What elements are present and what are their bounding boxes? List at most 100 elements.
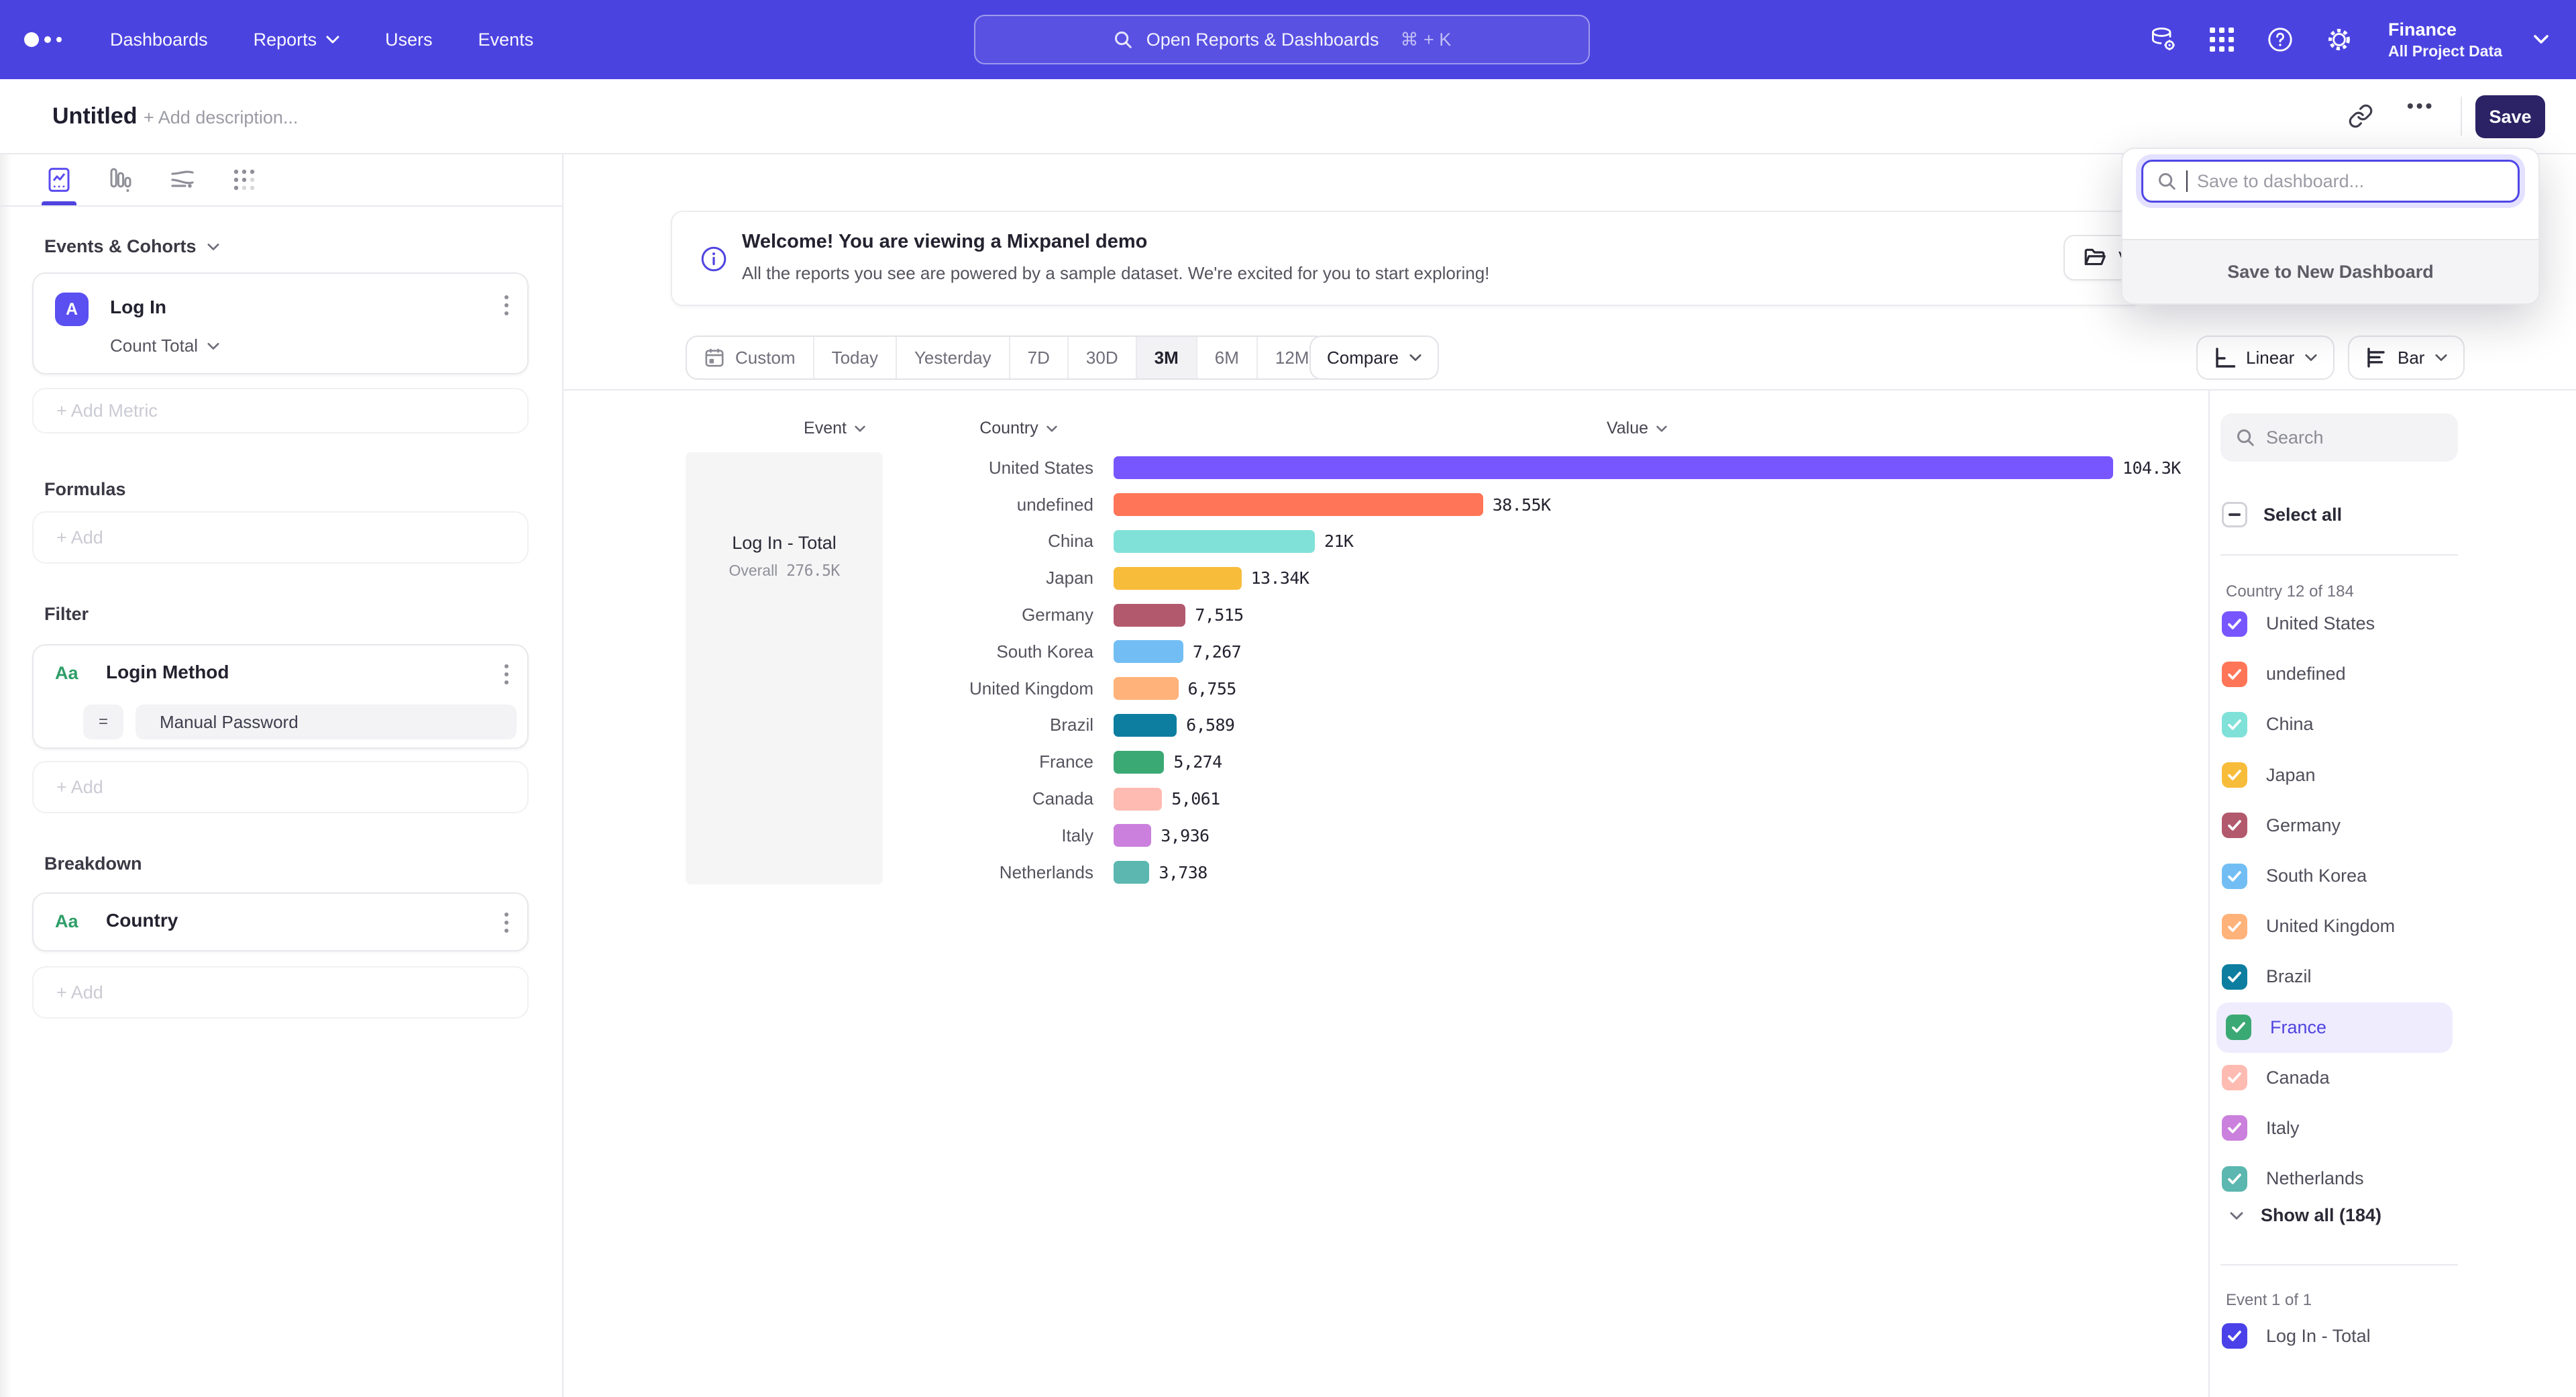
help-icon[interactable] — [2266, 25, 2294, 54]
breakdown-property-name: Country — [106, 910, 178, 931]
event-checkbox[interactable] — [2222, 1323, 2247, 1349]
country-item-china[interactable]: China — [2210, 699, 2465, 749]
nav-events[interactable]: Events — [478, 30, 534, 50]
bar-segment[interactable] — [1114, 493, 1483, 516]
add-breakdown-button[interactable]: + Add — [32, 966, 529, 1019]
aggregation-dropdown[interactable]: Count Total — [110, 335, 219, 356]
column-header-event[interactable]: Event — [761, 419, 908, 438]
show-all-label: Show all (184) — [2261, 1205, 2381, 1226]
scale-selector[interactable]: Linear — [2196, 335, 2334, 380]
save-to-new-dashboard-button[interactable]: Save to New Dashboard — [2123, 239, 2538, 303]
compare-button[interactable]: Compare — [1309, 335, 1439, 380]
range-custom[interactable]: Custom — [687, 337, 813, 378]
legend-search[interactable] — [2220, 413, 2458, 462]
project-switcher[interactable]: Finance All Project Data — [2388, 19, 2502, 61]
bar-value-label: 13.34K — [1251, 568, 1309, 588]
country-checkbox[interactable] — [2222, 864, 2247, 889]
range-7d[interactable]: 7D — [1009, 337, 1067, 378]
range-6m[interactable]: 6M — [1196, 337, 1256, 378]
country-checkbox[interactable] — [2222, 712, 2247, 737]
mixpanel-logo-icon[interactable] — [24, 32, 80, 47]
country-item-japan[interactable]: Japan — [2210, 750, 2465, 800]
country-item-canada[interactable]: Canada — [2210, 1053, 2465, 1103]
country-item-brazil[interactable]: Brazil — [2210, 951, 2465, 1002]
tab-flows[interactable] — [169, 166, 196, 193]
breakdown-kebab-icon[interactable] — [504, 913, 508, 933]
country-checkbox[interactable] — [2222, 914, 2247, 939]
nav-users[interactable]: Users — [385, 30, 433, 50]
event-legend-item[interactable]: Log In - Total — [2222, 1323, 2371, 1349]
range-yesterday[interactable]: Yesterday — [896, 337, 1009, 378]
country-item-france[interactable]: France — [2216, 1002, 2453, 1053]
tab-retention[interactable] — [231, 166, 258, 193]
tab-insights[interactable] — [46, 166, 72, 193]
select-all-row[interactable]: Select all — [2222, 502, 2342, 527]
country-label: Japan — [2266, 765, 2316, 786]
metric-card-log-in[interactable]: A Log In Count Total — [32, 272, 529, 374]
add-metric-button[interactable]: + Add Metric — [32, 388, 529, 433]
save-button[interactable]: Save — [2475, 95, 2545, 138]
report-title[interactable]: Untitled — [52, 103, 138, 130]
country-item-germany[interactable]: Germany — [2210, 800, 2465, 851]
metric-kebab-icon[interactable] — [504, 295, 508, 315]
save-dashboard-input[interactable] — [2197, 171, 2492, 192]
bar-segment[interactable] — [1114, 861, 1149, 884]
add-description[interactable]: + Add description... — [144, 107, 298, 128]
country-checkbox[interactable] — [2222, 1065, 2247, 1090]
country-checkbox[interactable] — [2222, 813, 2247, 838]
events-cohorts-header[interactable]: Events & Cohorts — [44, 236, 219, 257]
bar-segment[interactable] — [1114, 751, 1164, 774]
filter-value[interactable]: Manual Password — [136, 705, 517, 739]
bar-segment[interactable] — [1114, 640, 1183, 663]
country-checkbox[interactable] — [2222, 1166, 2247, 1192]
country-checkbox[interactable] — [2222, 611, 2247, 637]
bar-segment[interactable] — [1114, 456, 2113, 479]
add-formula-button[interactable]: + Add — [32, 511, 529, 564]
select-all-checkbox[interactable] — [2222, 502, 2247, 527]
country-checkbox[interactable] — [2222, 762, 2247, 788]
save-to-dashboard-popover: Save to New Dashboard — [2121, 148, 2540, 305]
nav-reports[interactable]: Reports — [254, 30, 340, 50]
show-all-button[interactable]: Show all (184) — [2230, 1205, 2381, 1226]
bar-segment[interactable] — [1114, 530, 1315, 553]
filter-operator[interactable]: = — [83, 705, 123, 739]
country-item-united-kingdom[interactable]: United Kingdom — [2210, 901, 2465, 951]
range-3m[interactable]: 3M — [1136, 337, 1196, 378]
range-30d[interactable]: 30D — [1067, 337, 1136, 378]
data-management-icon[interactable] — [2148, 25, 2178, 54]
tab-funnels[interactable] — [107, 166, 134, 193]
apps-grid-icon[interactable] — [2208, 26, 2235, 53]
chart-type-selector[interactable]: Bar — [2348, 335, 2465, 380]
country-item-italy[interactable]: Italy — [2210, 1103, 2465, 1153]
filter-card-login-method[interactable]: Aa Login Method = Manual Password — [32, 644, 529, 749]
add-filter-button[interactable]: + Add — [32, 761, 529, 813]
breakdown-card-country[interactable]: Aa Country — [32, 892, 529, 951]
bar-segment[interactable] — [1114, 788, 1162, 811]
legend-search-input[interactable] — [2266, 427, 2427, 448]
column-header-value[interactable]: Value — [1563, 419, 1711, 438]
country-checkbox[interactable] — [2222, 1115, 2247, 1141]
country-item-netherlands[interactable]: Netherlands — [2210, 1153, 2465, 1204]
country-checkbox[interactable] — [2222, 964, 2247, 990]
column-header-country[interactable]: Country — [945, 419, 1092, 438]
country-item-united-states[interactable]: United States — [2210, 599, 2465, 649]
country-item-undefined[interactable]: undefined — [2210, 649, 2465, 699]
more-options-icon[interactable]: ••• — [2407, 95, 2434, 117]
country-checkbox[interactable] — [2222, 662, 2247, 687]
nav-dashboards[interactable]: Dashboards — [110, 30, 208, 50]
range-today[interactable]: Today — [813, 337, 896, 378]
bar-segment[interactable] — [1114, 604, 1185, 627]
copy-link-icon[interactable] — [2348, 103, 2373, 129]
bar-segment[interactable] — [1114, 714, 1177, 737]
bar-segment[interactable] — [1114, 824, 1151, 847]
filter-kebab-icon[interactable] — [504, 664, 508, 684]
country-item-south-korea[interactable]: South Korea — [2210, 851, 2465, 901]
chevron-down-icon — [326, 36, 339, 44]
save-dashboard-search[interactable] — [2141, 160, 2520, 203]
global-search[interactable]: Open Reports & Dashboards ⌘ + K — [974, 15, 1590, 64]
divider — [2461, 97, 2462, 136]
country-checkbox[interactable] — [2226, 1015, 2251, 1040]
bar-segment[interactable] — [1114, 677, 1179, 700]
bar-segment[interactable] — [1114, 567, 1242, 590]
settings-gear-icon[interactable] — [2325, 25, 2353, 54]
